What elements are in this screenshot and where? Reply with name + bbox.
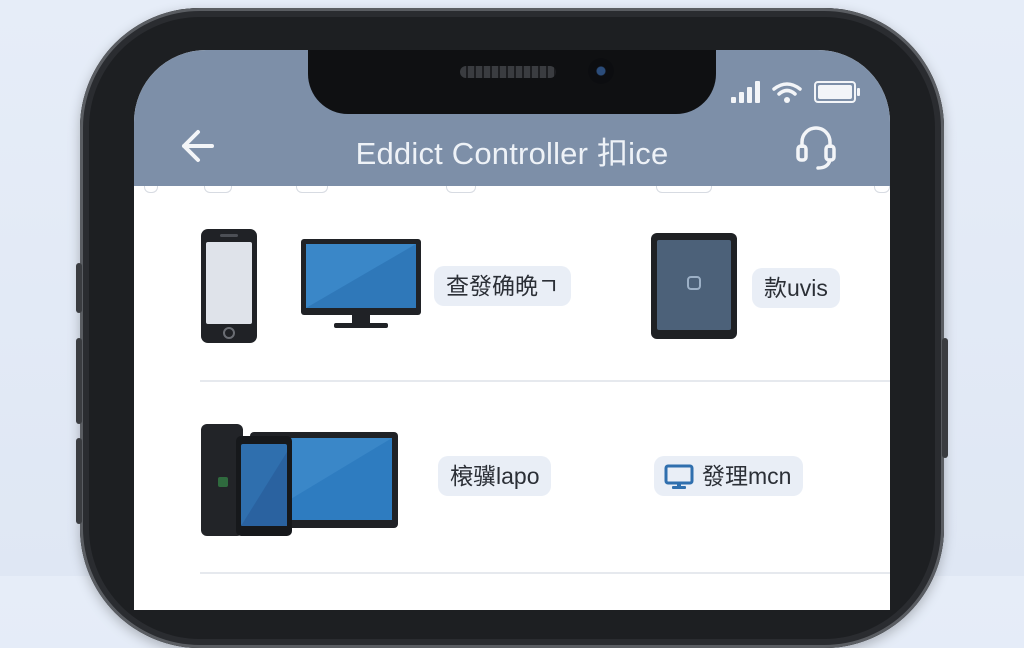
tab-edge — [296, 186, 328, 193]
silent-switch — [76, 263, 82, 313]
tab-edge — [874, 186, 890, 193]
smartphone-icon — [201, 229, 257, 343]
status-bar — [731, 80, 860, 104]
device-item-phone-monitor[interactable] — [200, 228, 258, 348]
phone-screen: Eddict Controller 扣ice 查發确晩ㄱ 款uvis 榱骥lap… — [134, 50, 890, 610]
monitor-icon — [301, 239, 421, 328]
tablet-stack-icon[interactable] — [200, 422, 400, 538]
power-button — [942, 338, 948, 458]
speaker-grille — [460, 66, 556, 78]
device-label-tablet[interactable]: 款uvis — [752, 268, 840, 308]
tab-edge — [446, 186, 476, 193]
signal-icon — [731, 81, 760, 103]
tab-edge — [204, 186, 232, 193]
device-label-multi-device[interactable]: 榱骥lapo — [438, 456, 552, 496]
tab-edge — [144, 186, 158, 193]
wifi-icon — [772, 82, 802, 103]
volume-down-button — [76, 438, 82, 524]
battery-icon — [814, 81, 860, 103]
notch — [308, 50, 716, 114]
tablet-icon[interactable] — [650, 232, 738, 340]
row-divider — [200, 380, 890, 382]
back-arrow-icon[interactable] — [176, 126, 216, 166]
app-header: Eddict Controller 扣ice — [134, 50, 890, 186]
front-camera — [588, 58, 614, 84]
headset-icon[interactable] — [794, 122, 838, 170]
device-label-phone-monitor[interactable]: 查發确晩ㄱ — [434, 266, 572, 306]
volume-up-button — [76, 338, 82, 424]
row-divider — [200, 572, 890, 574]
page-title: Eddict Controller 扣ice — [355, 136, 669, 171]
tab-edge — [656, 186, 712, 193]
small-monitor-icon — [664, 464, 694, 489]
device-label-monitor[interactable]: 發理mcn — [654, 456, 804, 496]
device-label-text: 發理mcn — [702, 463, 792, 489]
